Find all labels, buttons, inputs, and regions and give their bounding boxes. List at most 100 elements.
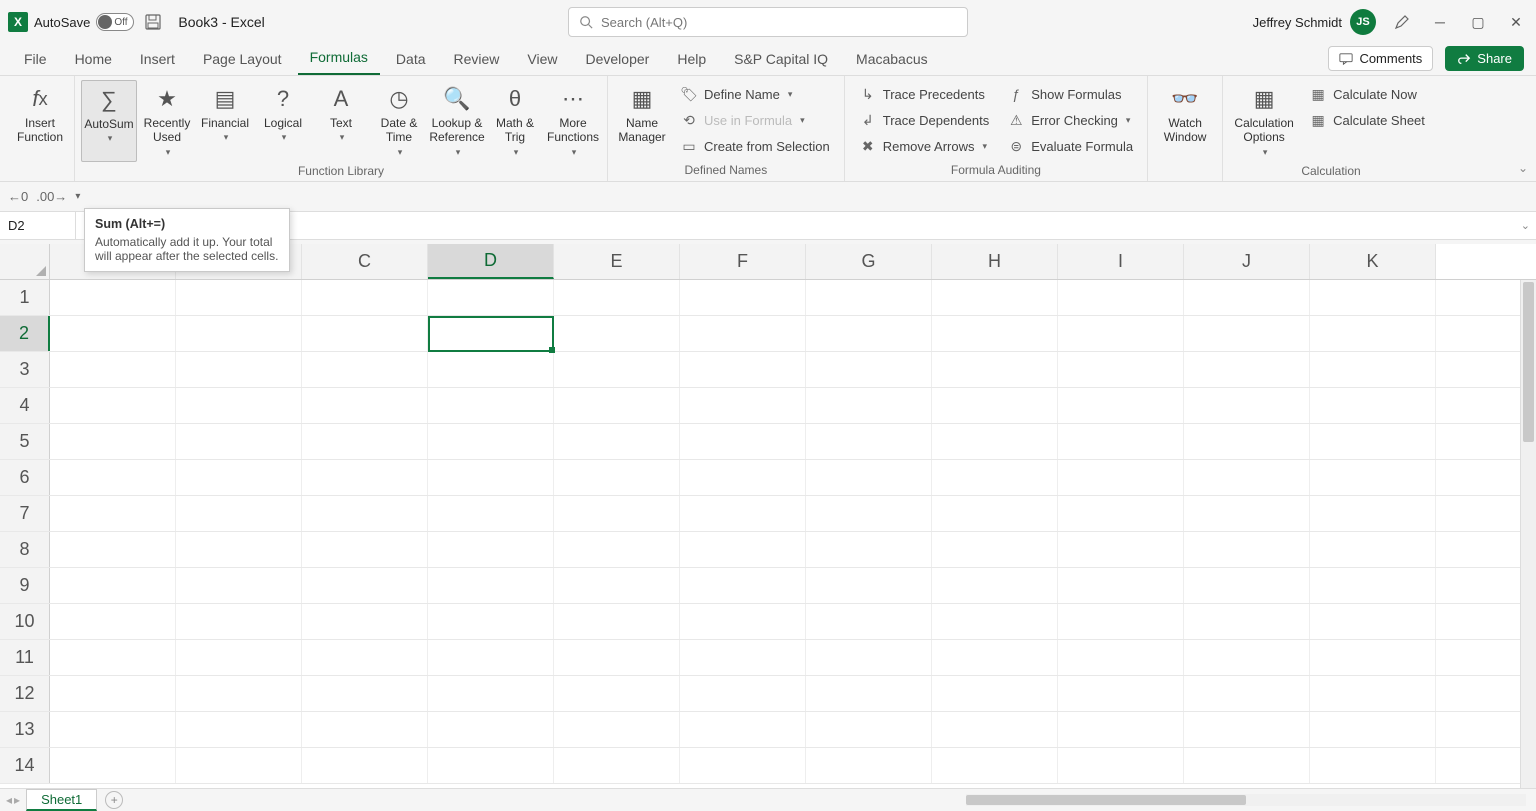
cell[interactable] <box>680 460 806 495</box>
decrease-decimal-icon[interactable]: .00→ <box>36 189 67 204</box>
share-button[interactable]: Share <box>1445 46 1524 71</box>
cell[interactable] <box>50 388 176 423</box>
sheet-nav-prev-icon[interactable]: ◂ <box>6 793 12 807</box>
cell[interactable] <box>680 352 806 387</box>
cell[interactable] <box>932 460 1058 495</box>
cell[interactable] <box>1310 424 1436 459</box>
row-header-5[interactable]: 5 <box>0 424 50 459</box>
cell[interactable] <box>50 496 176 531</box>
cell[interactable] <box>1058 316 1184 351</box>
cell[interactable] <box>302 712 428 747</box>
tab-developer[interactable]: Developer <box>574 45 662 75</box>
cell[interactable] <box>680 388 806 423</box>
cell[interactable] <box>932 640 1058 675</box>
cell[interactable] <box>428 532 554 567</box>
cell[interactable] <box>428 640 554 675</box>
row-header-8[interactable]: 8 <box>0 532 50 567</box>
create-from-selection-button[interactable]: ▭Create from Selection <box>676 134 834 158</box>
cell[interactable] <box>302 496 428 531</box>
cell[interactable] <box>176 460 302 495</box>
cell[interactable] <box>554 460 680 495</box>
cell[interactable] <box>1184 712 1310 747</box>
cell[interactable] <box>50 424 176 459</box>
cell[interactable] <box>932 712 1058 747</box>
financial-button[interactable]: ▤ Financial▾ <box>197 80 253 162</box>
cell[interactable] <box>1184 568 1310 603</box>
cell[interactable] <box>428 712 554 747</box>
cell[interactable] <box>680 280 806 315</box>
cell[interactable] <box>932 748 1058 783</box>
cell[interactable] <box>50 604 176 639</box>
cell[interactable] <box>302 460 428 495</box>
define-name-button[interactable]: 🏷Define Name▾ <box>676 82 834 106</box>
cell[interactable] <box>1058 712 1184 747</box>
cell[interactable] <box>1184 604 1310 639</box>
tab-view[interactable]: View <box>515 45 569 75</box>
cell[interactable] <box>1184 532 1310 567</box>
tab-formulas[interactable]: Formulas <box>298 43 380 75</box>
cell[interactable] <box>176 676 302 711</box>
cell[interactable] <box>932 532 1058 567</box>
recently-used-button[interactable]: ★ Recently Used▾ <box>139 80 195 162</box>
cell[interactable] <box>1184 280 1310 315</box>
cell[interactable] <box>50 676 176 711</box>
cell[interactable] <box>806 352 932 387</box>
cell[interactable] <box>1058 532 1184 567</box>
cell[interactable] <box>428 280 554 315</box>
minimize-button[interactable]: ─ <box>1428 10 1452 34</box>
row-header-14[interactable]: 14 <box>0 748 50 783</box>
row-header-6[interactable]: 6 <box>0 460 50 495</box>
math-trig-button[interactable]: θ Math & Trig▾ <box>487 80 543 162</box>
trace-dependents-button[interactable]: ↲Trace Dependents <box>855 108 993 132</box>
cell[interactable] <box>680 676 806 711</box>
search-input[interactable]: Search (Alt+Q) <box>568 7 968 37</box>
tab-review[interactable]: Review <box>442 45 512 75</box>
cell[interactable] <box>1310 604 1436 639</box>
cell[interactable] <box>554 352 680 387</box>
use-in-formula-button[interactable]: ⟲Use in Formula▾ <box>676 108 834 132</box>
cell[interactable] <box>1058 676 1184 711</box>
cell[interactable] <box>50 352 176 387</box>
cell[interactable] <box>176 712 302 747</box>
evaluate-formula-button[interactable]: ⊜Evaluate Formula <box>1003 134 1137 158</box>
cell[interactable] <box>428 424 554 459</box>
cell[interactable] <box>806 676 932 711</box>
cell[interactable] <box>50 640 176 675</box>
cell[interactable] <box>1058 352 1184 387</box>
sheet-tab-active[interactable]: Sheet1 <box>26 789 97 811</box>
cell[interactable] <box>176 640 302 675</box>
more-functions-button[interactable]: ⋯ More Functions▾ <box>545 80 601 162</box>
cell[interactable] <box>806 424 932 459</box>
cell[interactable] <box>50 748 176 783</box>
cell[interactable] <box>1310 316 1436 351</box>
row-header-12[interactable]: 12 <box>0 676 50 711</box>
cell[interactable] <box>806 604 932 639</box>
row-header-9[interactable]: 9 <box>0 568 50 603</box>
show-formulas-button[interactable]: ƒShow Formulas <box>1003 82 1137 106</box>
row-header-3[interactable]: 3 <box>0 352 50 387</box>
cell[interactable] <box>302 388 428 423</box>
col-header-e[interactable]: E <box>554 244 680 279</box>
calculation-options-button[interactable]: ▦ Calculation Options▾ <box>1229 80 1299 162</box>
cell[interactable] <box>176 532 302 567</box>
cell[interactable] <box>1184 424 1310 459</box>
cell[interactable] <box>1310 496 1436 531</box>
col-header-j[interactable]: J <box>1184 244 1310 279</box>
cell[interactable] <box>932 388 1058 423</box>
cell[interactable] <box>1058 604 1184 639</box>
cell[interactable] <box>932 316 1058 351</box>
cell[interactable] <box>1310 532 1436 567</box>
cell[interactable] <box>428 460 554 495</box>
cell[interactable] <box>1058 460 1184 495</box>
cell[interactable] <box>806 748 932 783</box>
autosum-button[interactable]: ∑ AutoSum▾ <box>81 80 137 162</box>
cell[interactable] <box>1058 640 1184 675</box>
watch-window-button[interactable]: 👓 Watch Window <box>1154 80 1216 161</box>
cell[interactable] <box>1058 568 1184 603</box>
row-header-4[interactable]: 4 <box>0 388 50 423</box>
save-icon[interactable] <box>140 9 166 35</box>
cell[interactable] <box>932 280 1058 315</box>
cell[interactable] <box>176 424 302 459</box>
calculate-now-button[interactable]: ▦Calculate Now <box>1305 82 1429 106</box>
row-header-11[interactable]: 11 <box>0 640 50 675</box>
